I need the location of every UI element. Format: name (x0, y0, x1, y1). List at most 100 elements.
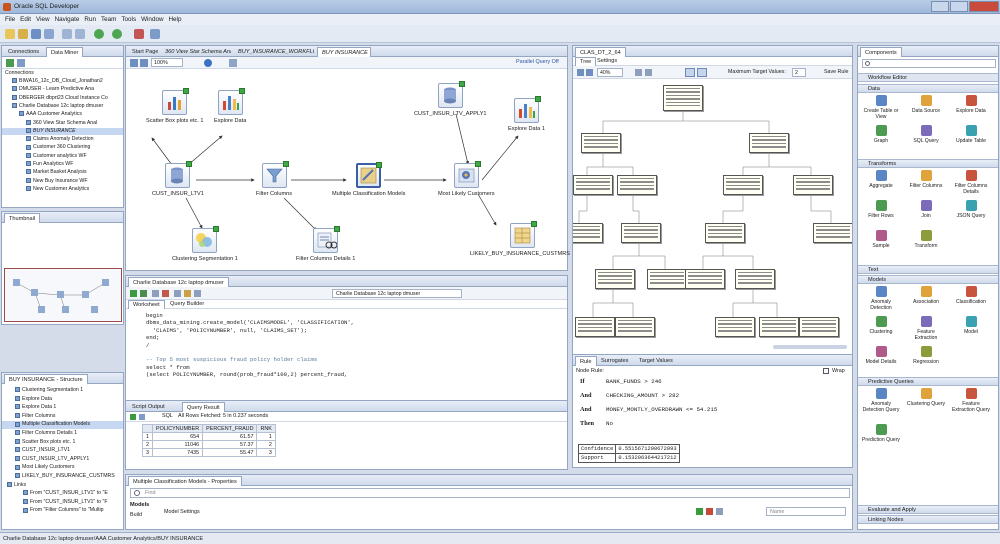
component-association[interactable]: Association (906, 286, 946, 305)
component-regression[interactable]: Regression (906, 346, 946, 365)
connection-select[interactable]: Charlie Database 12c laptop dmuser (332, 289, 462, 298)
maximize-button[interactable] (950, 1, 968, 12)
tree-node[interactable] (793, 175, 833, 195)
clear-icon[interactable] (194, 290, 201, 297)
close-button[interactable] (969, 1, 999, 12)
component-data-source[interactable]: Data Source (906, 95, 946, 114)
layout-icon[interactable] (229, 59, 237, 67)
tree-zoom-out-icon[interactable] (586, 69, 593, 76)
menu-edit[interactable]: Edit (20, 14, 31, 25)
zoom-select[interactable]: 100% (151, 58, 183, 67)
component-aggregate[interactable]: Aggregate (861, 170, 901, 189)
component-filter-columns-details[interactable]: Filter Columns Details (951, 170, 991, 195)
node-filter-columns[interactable]: Filter Columns (256, 161, 292, 197)
component-join[interactable]: Join (906, 200, 946, 219)
node-explore-data[interactable]: Explore Data (214, 88, 246, 124)
tree-node[interactable] (705, 223, 745, 243)
tab-workflow-3[interactable]: BUY INSURANCE (317, 47, 371, 57)
undo-icon[interactable] (62, 29, 72, 39)
run-statement-icon[interactable] (130, 290, 137, 297)
tree-item[interactable]: DMUSER - Learn Predictive Ana (2, 86, 123, 94)
explain-icon[interactable] (174, 290, 181, 297)
rule-view-toggle[interactable] (697, 68, 707, 77)
fit-icon[interactable] (635, 69, 642, 76)
workflow-editor-header[interactable]: Workflow Editor (858, 73, 998, 82)
open-icon[interactable] (18, 29, 28, 39)
structure-item[interactable]: Most Likely Customers (2, 464, 123, 472)
tree-item[interactable]: 360 View Star Schema Anal (2, 120, 123, 128)
component-filter-columns[interactable]: Filter Columns (906, 170, 946, 189)
autotrace-icon[interactable] (184, 290, 191, 297)
node-multiple-classification-models[interactable]: Multiple Classification Models (332, 162, 405, 197)
section-models[interactable]: Models (858, 275, 998, 284)
tab-script-output[interactable]: Script Output (128, 402, 169, 412)
section-linking-nodes[interactable]: Linking Nodes (858, 515, 998, 524)
component-anomaly-detection-query[interactable]: Anomaly Detection Query (861, 388, 901, 413)
structure-item[interactable]: Clustering Segmentation 1 (2, 387, 123, 395)
decision-tree-canvas[interactable] (573, 81, 852, 353)
component-anomaly-detection[interactable]: Anomaly Detection (861, 286, 901, 311)
tab-workflow-1[interactable]: 360 View Star Schema Analytics (161, 47, 231, 57)
add-model-icon[interactable] (696, 508, 703, 515)
tree-node[interactable] (575, 317, 615, 337)
build-tab[interactable]: Build (130, 512, 142, 518)
tree-node[interactable] (749, 133, 789, 153)
layout-tree-icon[interactable] (645, 69, 652, 76)
column-header[interactable]: POLICYNUMBER (151, 424, 204, 433)
debug-icon[interactable] (150, 29, 160, 39)
component-feature-extraction[interactable]: Feature Extraction (906, 316, 946, 341)
tree-zoom-select[interactable]: 40% (597, 68, 623, 77)
tree-node[interactable] (595, 269, 635, 289)
structure-item[interactable]: Explore Data 1 (2, 404, 123, 412)
zoom-out-icon[interactable] (140, 59, 148, 67)
wrap-checkbox[interactable] (823, 368, 829, 374)
tab-tree-model[interactable]: CLAS_DT_2_64 (575, 47, 626, 57)
tree-node[interactable] (615, 317, 655, 337)
sql-label[interactable]: SQL (162, 413, 173, 419)
tree-node[interactable] (573, 223, 603, 243)
component-feature-extraction-query[interactable]: Feature Extraction Query (951, 388, 991, 413)
tab-rule-0[interactable]: Rule (575, 356, 597, 366)
menu-navigate[interactable]: Navigate (55, 14, 80, 25)
column-header[interactable]: PERCENT_FRAUD (202, 424, 258, 433)
rollback-icon[interactable] (162, 290, 169, 297)
menu-team[interactable]: Team (101, 14, 116, 25)
tab-tree-settings[interactable]: Settings (593, 57, 621, 66)
tree-item[interactable]: AAA Customer Analytics (2, 111, 123, 119)
tab-sql-worksheet[interactable]: Charlie Database 12c laptop dmuser (128, 277, 229, 287)
menu-help[interactable]: Help (169, 14, 182, 25)
node-most-likely-customers[interactable]: Most Likely Customers (438, 161, 495, 197)
structure-item[interactable]: LIKELY_BUY_INSURANCE_CUSTMRS (2, 473, 123, 481)
tree-node[interactable] (735, 269, 775, 289)
structure-item[interactable]: Scatter Box plots etc. 1 (2, 439, 123, 447)
tab-connections[interactable]: Connections (4, 47, 43, 57)
run-icon[interactable] (134, 29, 144, 39)
component-model-details[interactable]: Model Details (861, 346, 901, 365)
tree-node[interactable] (715, 317, 755, 337)
parallel-query-link[interactable]: Parallel Query Off (516, 59, 559, 65)
max-target-select[interactable]: 2 (792, 68, 806, 77)
menu-view[interactable]: View (36, 14, 50, 25)
menu-run[interactable]: Run (84, 14, 96, 25)
delete-model-icon[interactable] (706, 508, 713, 515)
tab-data-miner[interactable]: Data Miner (46, 47, 84, 57)
structure-item[interactable]: Filter Columns Details 1 (2, 430, 123, 438)
pin-icon[interactable] (130, 414, 136, 420)
structure-item[interactable]: From "Filter Columns" to "Multip (2, 507, 123, 515)
tree-node[interactable] (573, 175, 613, 195)
menu-window[interactable]: Window (141, 14, 163, 25)
tree-item[interactable]: DBERGER dbprt23 Cloud Instance Co (2, 95, 123, 103)
component-classification[interactable]: Classification (951, 286, 991, 305)
table-row[interactable]: 2 11046 57.37 2 (142, 440, 276, 449)
help-icon[interactable] (204, 59, 212, 67)
tree-node[interactable] (813, 223, 852, 243)
column-header[interactable]: RNK (256, 424, 276, 433)
table-row[interactable]: 3 7435 55.47 3 (142, 448, 276, 457)
tree-horizontal-scrollbar[interactable] (773, 345, 847, 349)
component-prediction-query[interactable]: Prediction Query (861, 424, 901, 443)
tree-item[interactable]: Fun Analytics WF (2, 161, 123, 169)
node-explore-data-1[interactable]: Explore Data 1 (508, 96, 545, 132)
structure-item[interactable]: CUST_INSUR_LTV1 (2, 447, 123, 455)
tree-item[interactable]: New Buy Insurance WF (2, 178, 123, 186)
tree-item[interactable]: Customer 360 Clustering (2, 144, 123, 152)
